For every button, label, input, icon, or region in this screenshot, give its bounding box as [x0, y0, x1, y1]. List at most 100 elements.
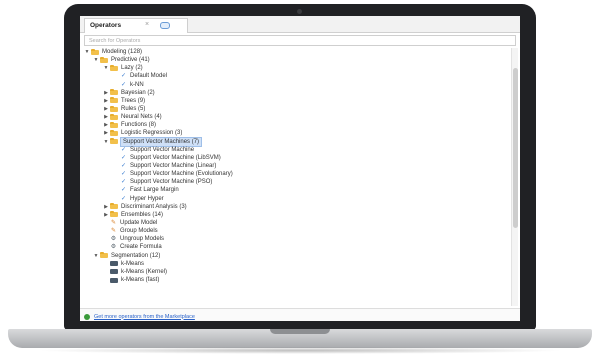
- tree-item-label: Hyper Hyper: [130, 195, 164, 202]
- tree-item-label: Support Vector Machine: [130, 146, 195, 153]
- tree-folder-row[interactable]: ▼ Segmentation (12): [80, 252, 508, 260]
- tree-operator-row[interactable]: ✓ Support Vector Machine (PSO): [80, 178, 508, 186]
- operator-icon: ✓: [120, 154, 127, 161]
- tree-operator-row[interactable]: ✎ Update Model: [80, 219, 508, 227]
- tree-folder-row[interactable]: ▶ Trees (9): [80, 97, 508, 105]
- operator-icon: ✓: [120, 179, 127, 186]
- tree-operator-row[interactable]: ⚙ Create Formula: [80, 243, 508, 251]
- tree-operator-row[interactable]: k-Means (fast): [80, 276, 508, 284]
- laptop-base: [8, 329, 592, 348]
- folder-icon: [110, 138, 118, 145]
- tree-item-label: Discriminant Analysis (3): [121, 203, 187, 210]
- expand-arrow-icon[interactable]: ▶: [103, 129, 109, 137]
- tree-folder-row[interactable]: ▶ Bayesian (2): [80, 89, 508, 97]
- collapse-arrow-icon[interactable]: ▼: [103, 64, 109, 72]
- camera: [297, 9, 302, 14]
- tree-item-label: Bayesian (2): [121, 89, 155, 96]
- collapse-arrow-icon[interactable]: ▼: [103, 138, 109, 146]
- operators-tab[interactable]: Operators ×: [84, 18, 188, 33]
- operator-icon: ⚙: [110, 244, 117, 251]
- tree-folder-row[interactable]: ▶ Ensembles (14): [80, 211, 508, 219]
- laptop-shadow: [36, 347, 564, 354]
- operator-icon: ✓: [120, 171, 127, 178]
- tree-folder-row[interactable]: ▶ Discriminant Analysis (3): [80, 203, 508, 211]
- folder-icon: [100, 252, 108, 259]
- tree-item-label: Support Vector Machine (Linear): [130, 162, 217, 169]
- laptop-lid: Operators × Search for Operators ▼ Modeli…: [64, 4, 536, 330]
- tree-folder-row[interactable]: ▶ Rules (5): [80, 105, 508, 113]
- tree-item-label: k-Means: [121, 260, 145, 267]
- tree-operator-row[interactable]: ✓ Support Vector Machine: [80, 146, 508, 154]
- operator-icon: ⚙: [110, 236, 117, 243]
- folder-icon: [110, 89, 118, 96]
- marketplace-link[interactable]: Get more operators from the Marketplace: [94, 314, 195, 320]
- expand-arrow-icon[interactable]: ▶: [103, 121, 109, 129]
- tree-item-label: Create Formula: [120, 244, 162, 251]
- pin-icon[interactable]: [160, 22, 170, 29]
- tree-operator-row[interactable]: k-Means: [80, 260, 508, 268]
- tree-item-label: Support Vector Machines (7): [119, 136, 203, 147]
- collapse-arrow-icon[interactable]: ▼: [93, 252, 99, 260]
- folder-icon: [91, 48, 99, 55]
- tree-item-label: Support Vector Machine (Evolutionary): [130, 171, 233, 178]
- tree-folder-row[interactable]: ▶ Neural Nets (4): [80, 113, 508, 121]
- tree-operator-row[interactable]: ✓ Fast Large Margin: [80, 186, 508, 194]
- expand-arrow-icon[interactable]: ▶: [103, 211, 109, 219]
- operator-icon: ✓: [120, 146, 127, 153]
- tree-folder-row[interactable]: ▼ Modeling (128): [80, 48, 508, 56]
- tree-item-label: Group Models: [120, 228, 158, 235]
- clustering-operator-icon: [110, 269, 118, 275]
- tree-operator-row[interactable]: ✓ Support Vector Machine (Linear): [80, 162, 508, 170]
- operator-search-input[interactable]: Search for Operators: [84, 35, 516, 46]
- clustering-operator-icon: [110, 277, 118, 283]
- operator-icon: ✎: [110, 228, 117, 235]
- folder-icon: [110, 129, 118, 136]
- tree-item-label: k-NN: [130, 81, 144, 88]
- tree-folder-row[interactable]: ▼ Lazy (2): [80, 64, 508, 72]
- tree-operator-row[interactable]: k-Means (Kernel): [80, 268, 508, 276]
- folder-icon: [110, 105, 118, 112]
- tree-item-label: Support Vector Machine (PSO): [130, 179, 213, 186]
- close-icon[interactable]: ×: [145, 21, 149, 28]
- operator-icon: ✓: [120, 162, 127, 169]
- folder-icon: [110, 211, 118, 218]
- expand-arrow-icon[interactable]: ▶: [103, 105, 109, 113]
- operator-icon: ✓: [120, 81, 127, 88]
- tree-item-label: k-Means (fast): [121, 276, 160, 283]
- expand-arrow-icon[interactable]: ▶: [103, 113, 109, 121]
- scrollbar-thumb[interactable]: [513, 68, 518, 228]
- tree-operator-row[interactable]: ✓ Default Model: [80, 72, 508, 80]
- tree-folder-row[interactable]: ▼ Predictive (41): [80, 56, 508, 64]
- collapse-arrow-icon[interactable]: ▼: [84, 48, 90, 56]
- tree-item-label: Rules (5): [121, 105, 146, 112]
- tree-operator-row[interactable]: ✎ Group Models: [80, 227, 508, 235]
- tree-item-label: Default Model: [130, 73, 168, 80]
- expand-arrow-icon[interactable]: ▶: [103, 203, 109, 211]
- search-placeholder: Search for Operators: [89, 38, 141, 44]
- expand-arrow-icon[interactable]: ▶: [103, 89, 109, 97]
- tree-item-label: Neural Nets (4): [121, 114, 162, 121]
- collapse-arrow-icon[interactable]: ▼: [93, 56, 99, 64]
- tree-operator-row[interactable]: ✓ Support Vector Machine (Evolutionary): [80, 170, 508, 178]
- tree-folder-row[interactable]: ▶ Functions (8): [80, 121, 508, 129]
- tree-item-label: k-Means (Kernel): [121, 268, 168, 275]
- tree-folder-row[interactable]: ▶ Logistic Regression (3): [80, 129, 508, 137]
- tree-item-label: Modeling (128): [102, 49, 143, 55]
- tree-scrollbar[interactable]: [511, 48, 518, 306]
- folder-icon: [110, 64, 118, 71]
- tree-item-label: Ungroup Models: [120, 236, 165, 243]
- tree-operator-row[interactable]: ✓ Support Vector Machine (LibSVM): [80, 154, 508, 162]
- tree-item-label: Trees (9): [121, 97, 146, 104]
- tree-operator-row[interactable]: ✓ Hyper Hyper: [80, 195, 508, 203]
- tree-folder-row[interactable]: ▼ Support Vector Machines (7): [80, 136, 508, 147]
- tree-operator-row[interactable]: ✓ k-NN: [80, 81, 508, 89]
- laptop-notch: [270, 329, 330, 334]
- tree-item-label: Segmentation (12): [111, 252, 161, 259]
- clustering-operator-icon: [110, 261, 118, 267]
- tree-item-label: Ensembles (14): [121, 211, 164, 218]
- expand-arrow-icon[interactable]: ▶: [103, 97, 109, 105]
- folder-icon: [110, 121, 118, 128]
- tree-item-label: Lazy (2): [121, 65, 143, 72]
- tree-item-label: Predictive (41): [111, 57, 150, 64]
- tree-operator-row[interactable]: ⚙ Ungroup Models: [80, 235, 508, 243]
